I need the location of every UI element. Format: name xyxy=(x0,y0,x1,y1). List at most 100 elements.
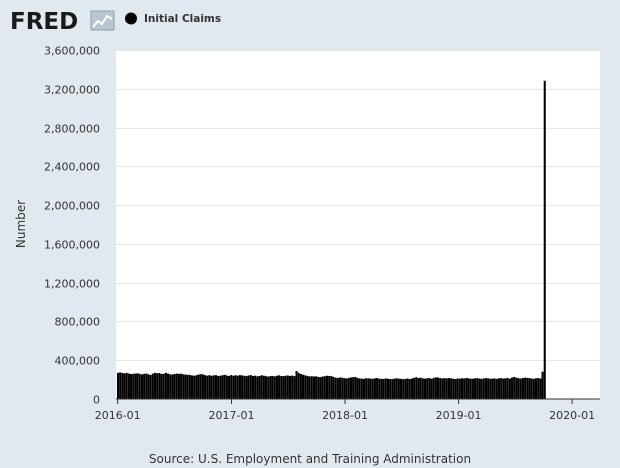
bar xyxy=(517,378,520,399)
bar xyxy=(149,374,152,399)
bar xyxy=(275,375,278,399)
bar xyxy=(465,377,468,399)
bar xyxy=(373,378,376,399)
bar xyxy=(138,373,141,399)
bar xyxy=(288,375,292,399)
bar xyxy=(173,373,176,399)
bar xyxy=(441,378,444,399)
bar xyxy=(511,377,514,399)
bar xyxy=(534,378,538,399)
bar xyxy=(482,378,485,399)
bar xyxy=(349,377,353,399)
bar xyxy=(347,377,350,399)
bar xyxy=(343,378,346,399)
bar xyxy=(469,378,472,399)
bar xyxy=(500,378,503,399)
bar xyxy=(167,373,170,399)
logo-text: FRED xyxy=(10,9,78,35)
bar xyxy=(249,375,252,399)
bar xyxy=(345,378,348,399)
bar xyxy=(116,372,120,399)
bar xyxy=(208,375,211,399)
bar xyxy=(530,378,533,399)
bar xyxy=(413,377,416,399)
bar xyxy=(197,374,200,399)
bar xyxy=(310,376,313,399)
bar xyxy=(177,373,181,399)
bar xyxy=(487,378,490,399)
bar xyxy=(219,375,222,399)
bar xyxy=(251,375,255,399)
bar xyxy=(524,377,527,399)
bar xyxy=(515,377,518,399)
bar xyxy=(447,378,450,399)
bar xyxy=(474,378,477,399)
bar xyxy=(158,373,161,399)
bar xyxy=(408,379,411,399)
bar xyxy=(278,375,281,399)
bar xyxy=(306,375,309,399)
bar xyxy=(452,378,455,399)
bar xyxy=(421,378,424,399)
bar xyxy=(232,375,235,399)
bar xyxy=(258,375,261,399)
bar xyxy=(132,373,135,399)
bar xyxy=(460,378,464,399)
bar xyxy=(384,378,387,399)
y-tick-label: 3,600,000 xyxy=(44,45,100,58)
bar xyxy=(247,375,250,399)
bar xyxy=(204,375,207,399)
bar xyxy=(362,378,366,399)
bar xyxy=(193,375,196,399)
y-axis-title: Number xyxy=(14,200,28,248)
x-tick-label: 2016-01 xyxy=(95,409,141,422)
bar xyxy=(443,378,446,399)
y-tick-label: 400,000 xyxy=(55,355,101,368)
bar xyxy=(284,375,287,399)
legend[interactable]: Initial Claims xyxy=(125,12,221,26)
bar xyxy=(426,378,429,399)
bar xyxy=(386,378,390,399)
bar xyxy=(212,375,215,399)
bar xyxy=(317,376,320,399)
bar xyxy=(543,80,546,400)
bar xyxy=(389,379,392,399)
bar xyxy=(291,375,294,399)
bar xyxy=(182,374,185,399)
chart: FRED Initial Claims 0 400,000 800,000 1,200… xyxy=(10,9,600,466)
y-tick-label: 1,200,000 xyxy=(44,278,100,291)
bar xyxy=(480,378,483,399)
bar xyxy=(267,376,270,399)
bar xyxy=(458,378,461,399)
bar xyxy=(495,378,498,399)
bar xyxy=(471,378,474,399)
fred-logo[interactable]: FRED xyxy=(10,9,115,35)
bar xyxy=(491,378,494,399)
y-tick-label: 2,400,000 xyxy=(44,161,100,174)
bar xyxy=(223,374,226,399)
bar xyxy=(299,373,302,399)
x-tick-label: 2020-01 xyxy=(549,409,595,422)
bar xyxy=(365,378,368,399)
bar xyxy=(286,375,289,399)
bar xyxy=(367,378,370,399)
y-tick-label: 2,000,000 xyxy=(44,200,100,213)
bar xyxy=(341,377,344,399)
bar xyxy=(256,376,259,399)
bar xyxy=(513,376,516,399)
bar xyxy=(400,378,403,399)
bar xyxy=(156,373,159,399)
bar xyxy=(123,373,126,399)
bar xyxy=(221,375,224,399)
y-tick-label: 2,800,000 xyxy=(44,123,100,136)
plot-background xyxy=(116,50,600,399)
bar xyxy=(430,378,433,399)
bar xyxy=(506,378,509,399)
bar xyxy=(164,372,167,399)
logo-graph-icon xyxy=(90,10,115,31)
bar xyxy=(537,378,540,399)
bar xyxy=(184,374,187,399)
bar xyxy=(391,379,394,399)
bar xyxy=(358,378,361,399)
bar xyxy=(206,375,209,399)
